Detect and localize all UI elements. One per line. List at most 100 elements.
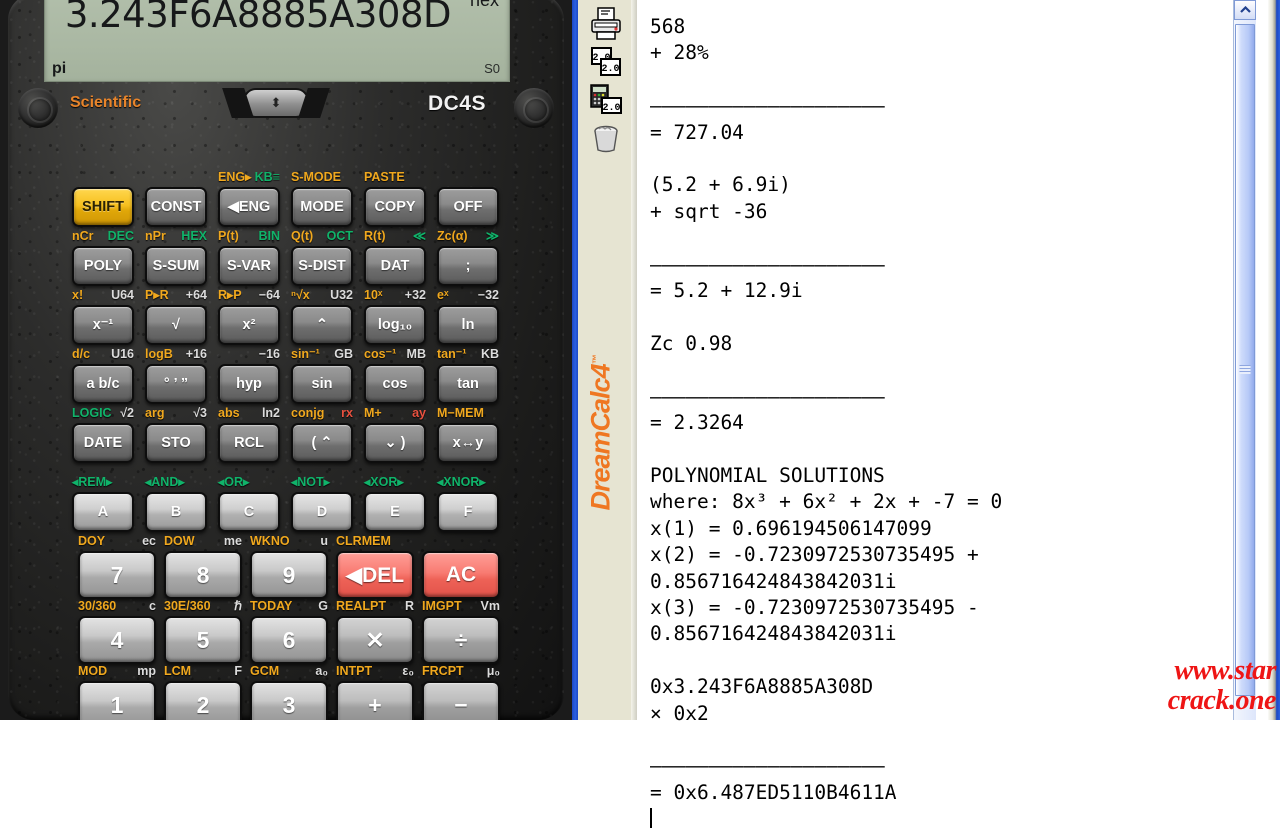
- key-alt-label: +64: [185, 288, 207, 302]
- brand-name: DreamCalc: [585, 378, 616, 511]
- key-shift-label: IMGPT: [422, 599, 462, 613]
- vertical-scrollbar[interactable]: [1233, 0, 1256, 720]
- key-alt-label: √2: [120, 406, 134, 420]
- key-sin[interactable]: sin: [291, 364, 353, 404]
- key-s-sum[interactable]: S-SUM: [145, 246, 207, 286]
- key-alt-label: U16: [111, 347, 134, 361]
- key-shift-label: S-MODE: [291, 170, 341, 184]
- key-hyp[interactable]: hyp: [218, 364, 280, 404]
- key-annotation-digit-3: GCM a₀: [250, 662, 328, 681]
- key-s-var[interactable]: S-VAR: [218, 246, 280, 286]
- scroll-up-button[interactable]: [1234, 0, 1256, 20]
- key-semicolon[interactable]: ;: [437, 246, 499, 286]
- key-alt-label: ε₀: [402, 664, 414, 678]
- key-shift-label: sin⁻¹: [291, 347, 320, 361]
- scrollbar-grip: [1239, 365, 1251, 374]
- key-annotation-dat: R(t) ≪: [364, 227, 426, 246]
- key-const[interactable]: CONST: [145, 187, 207, 227]
- key-digit-1[interactable]: 1: [78, 681, 156, 720]
- text-cursor: [650, 808, 652, 829]
- key-mode[interactable]: MODE: [291, 187, 353, 227]
- key-annotation-power: ⁿ√x U32: [291, 286, 353, 305]
- key-digit-8[interactable]: 8: [164, 551, 242, 599]
- key-eng[interactable]: ◀ENG: [218, 187, 280, 227]
- key-multiply[interactable]: ✕: [336, 616, 414, 664]
- key-cos[interactable]: cos: [364, 364, 426, 404]
- key-rcl[interactable]: RCL: [218, 423, 280, 463]
- key-annotation-hex-e: ◂XOR▸: [364, 473, 426, 492]
- key-plus[interactable]: +: [336, 681, 414, 720]
- key-hex-c[interactable]: C: [218, 492, 280, 532]
- key-annotation-digit-7: DOY ec: [78, 532, 156, 551]
- key-shift-label: ◂REM▸: [72, 475, 113, 489]
- key-sqrt[interactable]: √: [145, 305, 207, 345]
- key-ln[interactable]: ln: [437, 305, 499, 345]
- key-s-dist[interactable]: S-DIST: [291, 246, 353, 286]
- key-shift[interactable]: SHIFT: [72, 187, 134, 227]
- rocker-switch[interactable]: ⬍: [222, 88, 330, 118]
- key-minus[interactable]: −: [422, 681, 500, 720]
- paste-to-calculator-icon[interactable]: 2.0: [588, 82, 624, 118]
- key-poly[interactable]: POLY: [72, 246, 134, 286]
- key-digit-4[interactable]: 4: [78, 616, 156, 664]
- key-paren-close[interactable]: ⌄ ): [364, 423, 426, 463]
- watermark-line-2: crack.one: [1167, 685, 1277, 716]
- key-annotation-swap-xy: M−MEM: [437, 404, 499, 423]
- key-dat[interactable]: DAT: [364, 246, 426, 286]
- key-alt-label: U32: [330, 288, 353, 302]
- key-shift-label: arg: [145, 406, 165, 420]
- key-swap-xy[interactable]: x↔y: [437, 423, 499, 463]
- key-sto[interactable]: STO: [145, 423, 207, 463]
- key-dms[interactable]: ° ’ ”: [145, 364, 207, 404]
- scrollbar-thumb[interactable]: [1235, 24, 1255, 696]
- key-annotation-off: [437, 168, 499, 187]
- key-fraction[interactable]: a b/c: [72, 364, 134, 404]
- print-icon[interactable]: [588, 6, 624, 42]
- delete-icon[interactable]: [588, 120, 624, 156]
- key-divide[interactable]: ÷: [422, 616, 500, 664]
- key-hex-e[interactable]: E: [364, 492, 426, 532]
- key-copy[interactable]: COPY: [364, 187, 426, 227]
- key-annotation-rcl: abs ln2: [218, 404, 280, 423]
- key-shift-label: P(t): [218, 229, 239, 243]
- key-reciprocal[interactable]: x⁻¹: [72, 305, 134, 345]
- key-paren-open[interactable]: ( ⌃: [291, 423, 353, 463]
- key-shift-label: ◂NOT▸: [291, 475, 330, 489]
- key-digit-2[interactable]: 2: [164, 681, 242, 720]
- key-annotation-delete: CLRMEM: [336, 532, 414, 551]
- lcd-base-indicator: hex: [469, 0, 499, 10]
- toolbar-divider: [631, 0, 637, 720]
- key-power[interactable]: ⌃: [291, 305, 353, 345]
- key-off[interactable]: OFF: [437, 187, 499, 227]
- key-date[interactable]: DATE: [72, 423, 134, 463]
- key-annotation-digit-6: TODAY G: [250, 597, 328, 616]
- key-alt-label: MB: [406, 347, 426, 361]
- key-alt-label: a₀: [315, 664, 328, 678]
- key-digit-5[interactable]: 5: [164, 616, 242, 664]
- key-digit-9[interactable]: 9: [250, 551, 328, 599]
- key-digit-7[interactable]: 7: [78, 551, 156, 599]
- key-delete[interactable]: ◀DEL: [336, 551, 414, 599]
- copy-icon[interactable]: 2.0 2.0: [588, 44, 624, 80]
- key-annotation-hex-c: ◂OR▸: [218, 473, 280, 492]
- key-alt-label: G: [318, 599, 328, 613]
- key-all-clear[interactable]: AC: [422, 551, 500, 599]
- key-digit-3[interactable]: 3: [250, 681, 328, 720]
- watermark-line-1: www.star: [1174, 655, 1276, 686]
- tape-text-area[interactable]: 568 + 28% ———————————————————— = 727.04 …: [640, 0, 1280, 829]
- key-alt-label: U64: [111, 288, 134, 302]
- brand-version: 4: [585, 364, 616, 379]
- key-alt-label: mp: [137, 664, 156, 678]
- key-hex-f[interactable]: F: [437, 492, 499, 532]
- key-hex-b[interactable]: B: [145, 492, 207, 532]
- key-log10[interactable]: log₁₀: [364, 305, 426, 345]
- key-square[interactable]: x²: [218, 305, 280, 345]
- key-annotation-digit-5: 30E/360 ℏ: [164, 597, 242, 616]
- key-shift-label: PASTE: [364, 170, 405, 184]
- key-annotation-minus: FRCPT μ₀: [422, 662, 500, 681]
- svg-text:2.0: 2.0: [601, 64, 619, 75]
- key-hex-a[interactable]: A: [72, 492, 134, 532]
- key-hex-d[interactable]: D: [291, 492, 353, 532]
- key-digit-6[interactable]: 6: [250, 616, 328, 664]
- key-tan[interactable]: tan: [437, 364, 499, 404]
